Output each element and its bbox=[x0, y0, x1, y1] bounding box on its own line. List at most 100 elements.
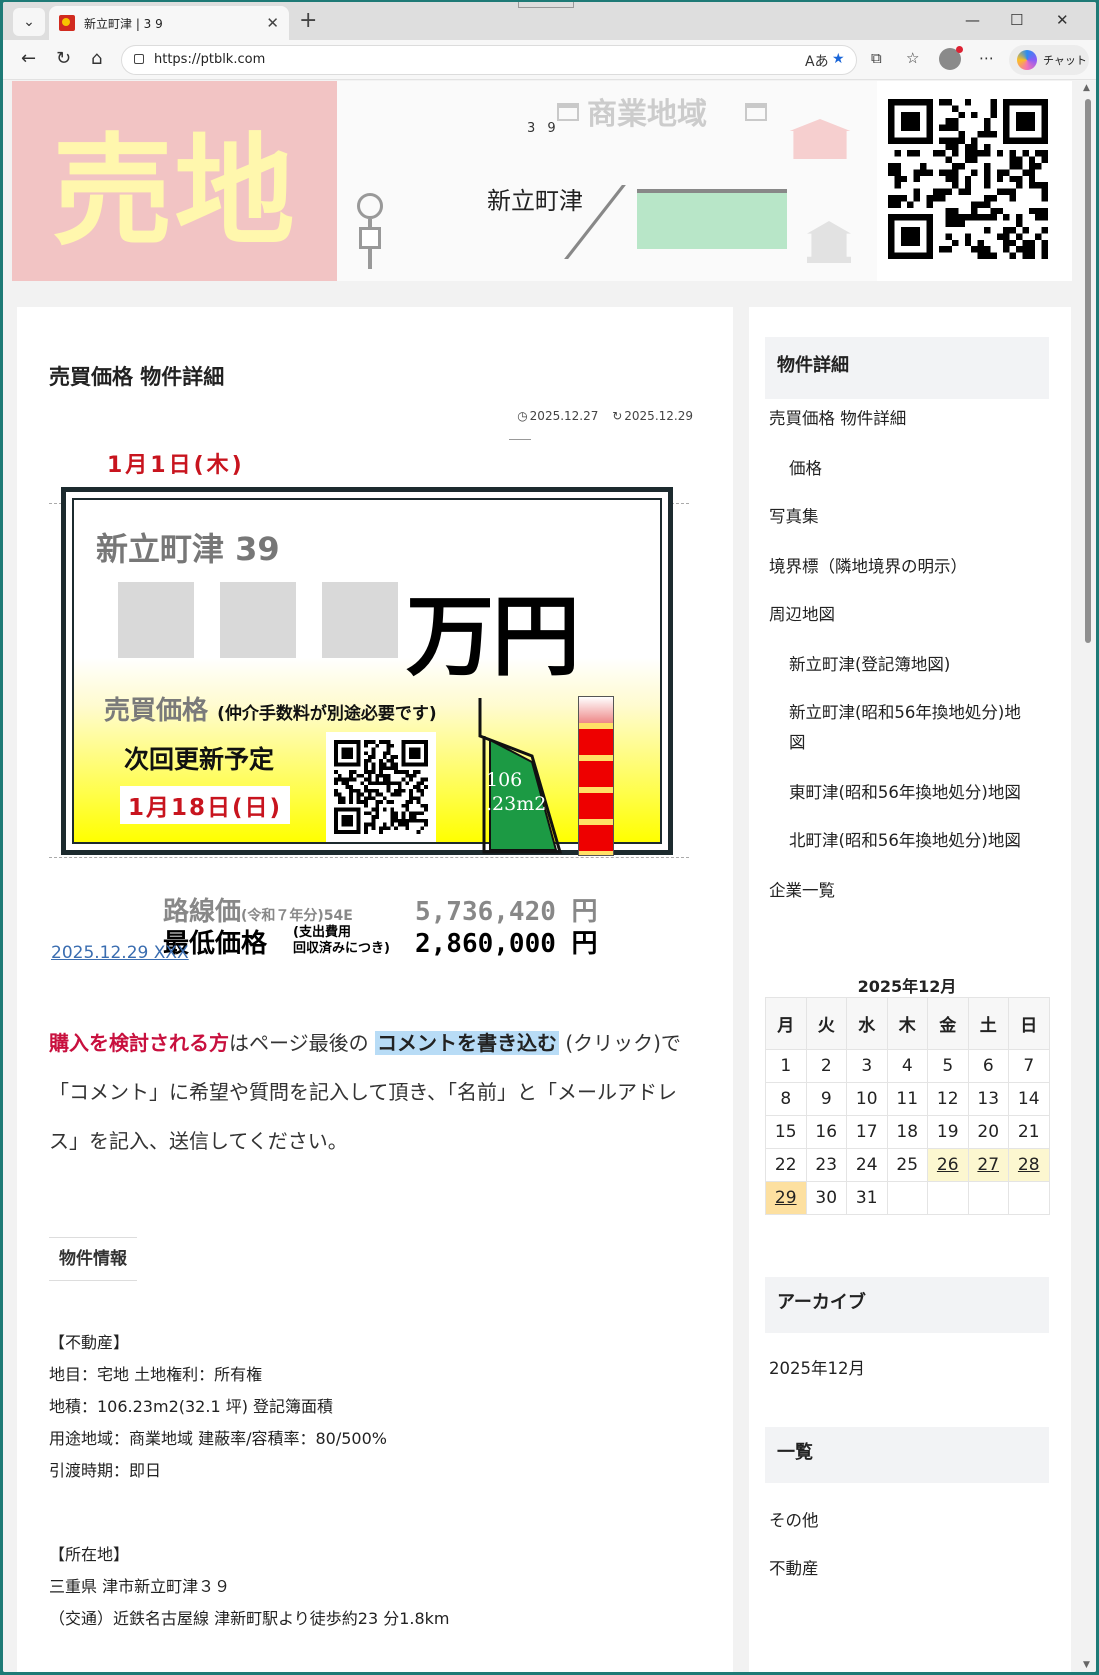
category-link-other[interactable]: その他 bbox=[769, 1505, 819, 1537]
calendar-weekday: 月 bbox=[765, 997, 807, 1050]
update-icon: ↻ bbox=[612, 409, 623, 423]
scroll-down-icon[interactable]: ▼ bbox=[1083, 1660, 1090, 1670]
toc-link[interactable]: 境界標（隣地境界の明示） bbox=[769, 551, 967, 583]
toc-link[interactable]: 新立町津(登記簿地図) bbox=[789, 649, 950, 681]
page-scrollbar[interactable]: ▲ ▼ bbox=[1080, 81, 1096, 1672]
header-town-name: 新立町津 bbox=[487, 187, 583, 215]
sidebar: 物件詳細 売買価格 物件詳細 価格 写真集 境界標（隣地境界の明示） 周辺地図 新立町津(… bbox=[749, 307, 1071, 1672]
new-tab-icon[interactable]: + bbox=[299, 8, 317, 33]
tab-title: 新立町津 | 3 9 bbox=[84, 16, 163, 31]
calendar-day: 25 bbox=[886, 1148, 928, 1182]
sale-text: 売地 bbox=[52, 123, 297, 262]
calendar-day: 20 bbox=[967, 1115, 1009, 1149]
calendar-day[interactable]: 28 bbox=[1008, 1148, 1050, 1182]
calendar: 月火水木金土日 1 2 3 4 5 6 7 8 9 10 11 12 13 14 15 16 17 18 19 20 21… bbox=[765, 997, 1050, 1215]
calendar-day[interactable]: 29 bbox=[765, 1181, 807, 1215]
sale-price-note: (仲介手数料が別途必要です) bbox=[217, 704, 437, 724]
updated-date: 2025.12.29 bbox=[624, 409, 693, 423]
write-comment-link[interactable]: コメントを書き込む bbox=[374, 1031, 559, 1055]
toc-link[interactable]: 企業一覧 bbox=[769, 875, 835, 907]
site-header-banner[interactable]: 売地 商業地域 3 9 新立町津 bbox=[12, 81, 1072, 281]
favorites-icon[interactable]: ☆ bbox=[906, 49, 919, 67]
reload-icon[interactable]: ↻ bbox=[56, 48, 71, 69]
home-icon[interactable]: ⌂ bbox=[91, 48, 102, 69]
list-widget-title: 一覧 bbox=[765, 1427, 1049, 1483]
header-lot-number: 3 9 bbox=[527, 121, 560, 136]
calendar-empty-cell bbox=[886, 1181, 928, 1215]
calendar-weekday: 金 bbox=[927, 997, 969, 1050]
parcel-shape bbox=[637, 189, 787, 249]
toc-link[interactable]: 写真集 bbox=[769, 501, 819, 533]
toc-link[interactable]: 周辺地図 bbox=[769, 599, 835, 631]
browser-tab-active[interactable]: 新立町津 | 3 9 ✕ bbox=[49, 6, 289, 40]
close-window-icon[interactable]: ✕ bbox=[1056, 11, 1069, 29]
toc-link[interactable]: 図 bbox=[789, 727, 806, 759]
extensions-icon[interactable]: ⧉ bbox=[871, 49, 882, 67]
calendar-day: 18 bbox=[886, 1115, 928, 1149]
lead-text: 購入を検討される方 bbox=[49, 1031, 229, 1055]
calendar-day: 5 bbox=[927, 1049, 969, 1083]
calendar-day: 23 bbox=[805, 1148, 847, 1182]
calendar-empty-cell bbox=[1008, 1181, 1050, 1215]
copilot-button[interactable]: チャット bbox=[1009, 45, 1089, 75]
more-menu-icon[interactable]: ⋯ bbox=[979, 49, 994, 67]
calendar-day: 16 bbox=[805, 1115, 847, 1149]
flyer-qr-code bbox=[326, 732, 436, 842]
calendar-weekday: 木 bbox=[886, 997, 928, 1050]
temple-icon bbox=[789, 119, 851, 159]
calendar-day: 10 bbox=[846, 1082, 888, 1116]
price-flyer-image: 1月1日(木) 新立町津 39 万円 売買価格 (仲介手数料が別途必要です) 次… bbox=[49, 437, 699, 959]
property-line: 用途地域：商業地域 建蔽率/容積率：80/500% bbox=[49, 1429, 387, 1448]
address-toolbar: ← ↻ ⌂ https://ptblk.com Aあ ★ ⧉ ☆ ⋯ チャット bbox=[3, 40, 1096, 80]
archive-link[interactable]: 2025年12月 bbox=[769, 1353, 865, 1385]
post-date-link[interactable]: 2025.12.29 XXX bbox=[51, 943, 189, 963]
close-tab-icon[interactable]: ✕ bbox=[266, 14, 279, 32]
tab-bar: ⌄ 新立町津 | 3 9 ✕ + — ☐ ✕ bbox=[3, 2, 1096, 40]
price-gauge bbox=[578, 696, 614, 856]
min-price-note: (支出費用 回収済みにつき) bbox=[293, 925, 390, 956]
address-bar[interactable]: https://ptblk.com Aあ ★ bbox=[121, 45, 857, 75]
calendar-day[interactable]: 26 bbox=[927, 1148, 969, 1182]
toc-link[interactable]: 新立町津(昭和56年換地処分)地 bbox=[789, 697, 1021, 729]
location-line: （交通）近鉄名古屋線 津新町駅より徒歩約23 分1.8km bbox=[49, 1609, 450, 1628]
back-icon[interactable]: ← bbox=[21, 48, 36, 69]
calendar-day[interactable]: 27 bbox=[967, 1148, 1009, 1182]
property-line: 地目：宅地 土地権利：所有権 bbox=[49, 1365, 263, 1384]
calendar-weekday: 火 bbox=[805, 997, 847, 1050]
profile-avatar[interactable] bbox=[939, 46, 963, 70]
sale-price-label: 売買価格 (仲介手数料が別途必要です) bbox=[104, 696, 437, 726]
scroll-up-icon[interactable]: ▲ bbox=[1083, 83, 1090, 93]
copilot-label: チャット bbox=[1043, 54, 1087, 67]
calendar-day: 30 bbox=[805, 1181, 847, 1215]
toc-link[interactable]: 売買価格 物件詳細 bbox=[769, 403, 906, 435]
lock-icon bbox=[134, 54, 144, 64]
category-link-realestate[interactable]: 不動産 bbox=[769, 1553, 819, 1585]
toc-link[interactable]: 東町津(昭和56年換地処分)地図 bbox=[789, 777, 1021, 809]
copilot-icon bbox=[1017, 50, 1037, 70]
site-favicon-icon bbox=[59, 15, 75, 31]
favorite-star-icon[interactable]: ★ bbox=[832, 51, 845, 67]
post-title: 売買価格 物件詳細 bbox=[49, 365, 225, 389]
read-aloud-icon[interactable]: Aあ bbox=[805, 51, 829, 71]
main-content: 売買価格 物件詳細 ◷ 2025.12.27 ↻ 2025.12.29 1月1日(木… bbox=[17, 307, 733, 1672]
header-illustration: 商業地域 3 9 新立町津 bbox=[337, 81, 877, 281]
calendar-weekday: 土 bbox=[967, 997, 1009, 1050]
calendar-day: 21 bbox=[1008, 1115, 1050, 1149]
price-placeholder bbox=[220, 582, 296, 658]
calendar-day: 11 bbox=[886, 1082, 928, 1116]
purchase-instructions: 購入を検討される方はページ最後の コメントを書き込む (クリック)で「コメント」… bbox=[49, 1031, 681, 1153]
property-info-heading: 物件情報 bbox=[49, 1237, 137, 1281]
calendar-day: 4 bbox=[886, 1049, 928, 1083]
minimize-icon[interactable]: — bbox=[965, 11, 980, 29]
maximize-icon[interactable]: ☐ bbox=[1010, 11, 1023, 29]
lot-area: 106 .23m2 bbox=[486, 769, 547, 815]
url-text[interactable]: https://ptblk.com bbox=[154, 52, 265, 67]
window-drag-handle[interactable] bbox=[518, 2, 574, 8]
toc-link[interactable]: 価格 bbox=[789, 453, 822, 485]
chevron-down-icon: ⌄ bbox=[23, 14, 35, 30]
calendar-day: 9 bbox=[805, 1082, 847, 1116]
tab-list-button[interactable]: ⌄ bbox=[13, 8, 45, 36]
toc-link[interactable]: 北町津(昭和56年換地処分)地図 bbox=[789, 825, 1021, 857]
calendar-day: 22 bbox=[765, 1148, 807, 1182]
scroll-thumb[interactable] bbox=[1085, 99, 1091, 643]
